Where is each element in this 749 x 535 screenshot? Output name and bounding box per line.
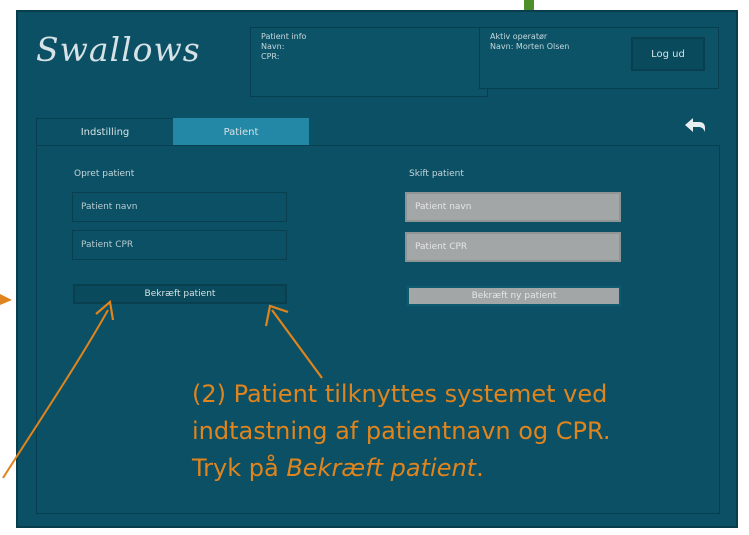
new-patient-name-input[interactable]: Patient navn: [72, 192, 287, 222]
annotation-text: (2) Patient tilknyttes systemet ved indt…: [192, 376, 749, 487]
patient-info-box: Patient info Navn: CPR:: [250, 27, 488, 97]
annotation-line-3-prefix: Tryk på: [192, 454, 287, 482]
annotation-line-2: indtastning af patientnavn og CPR.: [192, 417, 611, 445]
new-patient-heading: Opret patient: [74, 169, 135, 179]
patient-info-cpr: CPR:: [261, 52, 280, 61]
patient-info-name: Navn:: [261, 42, 285, 51]
annotation-line-3: Tryk på Bekræft patient.: [192, 450, 749, 487]
confirm-new-patient-button[interactable]: Bekræft ny patient: [407, 286, 621, 306]
app-logo: Swallows: [36, 30, 201, 69]
tab-patient[interactable]: Patient: [173, 118, 309, 146]
app-window: Swallows Patient info Navn: CPR: Aktiv o…: [16, 10, 738, 528]
annotation-line-3-suffix: .: [476, 454, 484, 482]
switch-patient-cpr-input[interactable]: Patient CPR: [405, 232, 621, 262]
left-edge-arrow-icon: [0, 294, 12, 305]
new-patient-cpr-input[interactable]: Patient CPR: [72, 230, 287, 260]
patient-info-title: Patient info: [261, 32, 307, 41]
logout-button[interactable]: Log ud: [631, 37, 705, 71]
switch-patient-name-input[interactable]: Patient navn: [405, 192, 621, 222]
back-arrow-icon[interactable]: [683, 116, 707, 134]
annotation-line-1: (2) Patient tilknyttes systemet ved: [192, 380, 608, 408]
confirm-patient-button[interactable]: Bekræft patient: [73, 284, 287, 304]
switch-patient-heading: Skift patient: [409, 169, 464, 179]
tab-indstilling[interactable]: Indstilling: [36, 118, 174, 146]
annotation-line-3-emphasis: Bekræft patient: [286, 454, 477, 482]
